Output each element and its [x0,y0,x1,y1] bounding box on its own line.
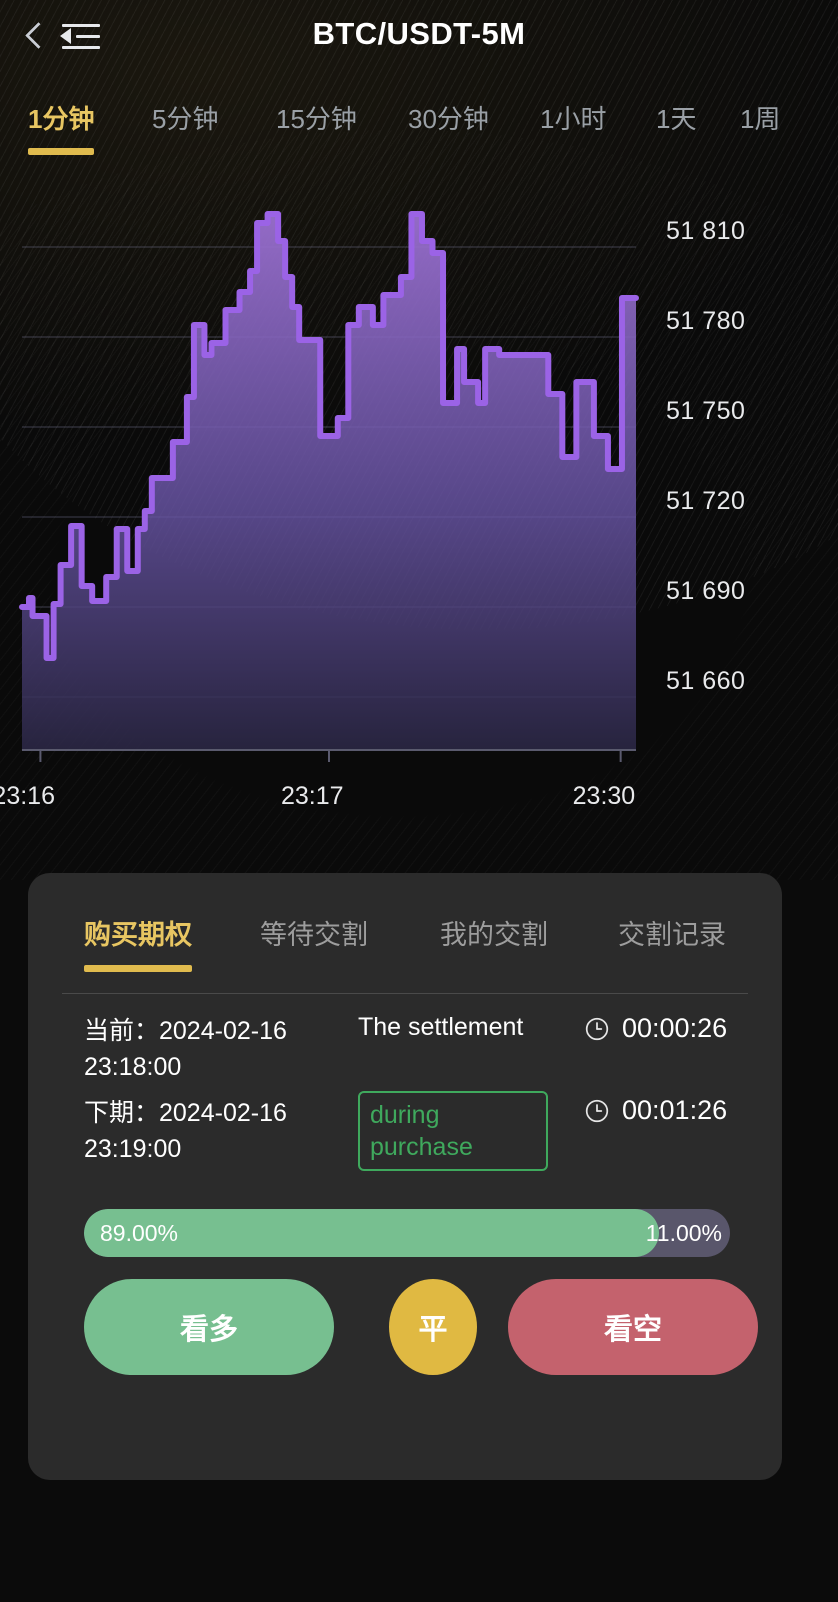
timeframe-tab-label: 30分钟 [408,104,489,134]
timeframe-tab-1[interactable]: 5分钟 [152,100,218,138]
panel-tab-0[interactable]: 购买期权 [84,915,192,972]
x-axis-label-2: 23:30 [572,782,636,810]
y-axis-label-4: 51 690 [666,577,746,605]
timeframe-tab-5[interactable]: 1天 [656,100,696,138]
progress-long-label: 89.00% [100,1219,179,1246]
y-axis-label-1: 51 780 [666,307,746,335]
timeframe-tab-label: 1小时 [540,104,607,134]
panel-tab-label: 等待交割 [260,920,368,950]
price-chart[interactable]: 51 810 51 780 51 750 51 720 51 690 51 660 23:… [0,180,838,820]
settlement-status: The settlement [358,1013,524,1041]
next-period-row: 下期：2024-02-16 23:19:00 during purchase 0… [28,1091,782,1185]
timeframe-tab-label: 1天 [656,104,697,134]
panel-divider [62,993,748,994]
timeframe-tabs: 1分钟 5分钟 15分钟 30分钟 1小时 1天 1周 [0,100,838,170]
panel-tab-label: 交割记录 [618,920,726,950]
timeframe-tab-0[interactable]: 1分钟 [28,100,95,155]
flat-button[interactable]: 平 [389,1279,477,1375]
timeframe-tab-2[interactable]: 15分钟 [276,100,357,138]
current-countdown-value: 00:00:26 [622,1013,728,1043]
status-badge: during purchase [358,1091,548,1171]
panel-tab-2[interactable]: 我的交割 [440,915,548,955]
timeframe-tab-label: 15分钟 [276,104,357,134]
panel-tabs: 购买期权 等待交割 我的交割 交割记录 [28,915,782,987]
x-axis-label-0: 23:16 [0,782,55,810]
current-period-label: 当前：2024-02-16 23:18:00 [84,1017,287,1081]
timeframe-tab-6[interactable]: 1周 [740,100,780,138]
progress-short-label: 11.00% [645,1219,722,1246]
clock-icon [585,1017,609,1040]
short-button[interactable]: 看空 [508,1279,758,1375]
timeframe-tab-label: 5分钟 [152,104,219,134]
page-title: BTC/USDT-5M [312,16,526,51]
chart-area-fill [22,214,636,750]
next-countdown-value: 00:01:26 [622,1095,728,1125]
header-bar: BTC/USDT-5M [0,0,838,78]
y-axis-label-3: 51 720 [666,487,746,515]
sentiment-progress-bar: 89.00% 11.00% [84,1209,730,1257]
current-period-row: 当前：2024-02-16 23:18:00 The settlement 00… [28,1013,782,1093]
app-screen: BTC/USDT-5M 1分钟 5分钟 15分钟 30分钟 1小时 1天 1周 51 810… [0,0,838,1602]
trading-panel: 购买期权 等待交割 我的交割 交割记录 当前：2024-02-16 23:18:00 … [28,873,782,1480]
timeframe-active-underline [28,148,95,155]
long-button[interactable]: 看多 [84,1279,334,1375]
x-axis-label-1: 23:17 [281,782,344,810]
current-countdown: 00:00:26 [584,1013,727,1044]
timeframe-tab-4[interactable]: 1小时 [540,100,606,138]
panel-active-underline [84,965,192,972]
action-buttons: 看多 平 看空 [84,1279,758,1375]
next-period-label: 下期：2024-02-16 23:19:00 [84,1099,287,1163]
timeframe-tab-label: 1周 [740,104,781,134]
timeframe-tab-label: 1分钟 [28,104,95,134]
chart-y-axis-labels: 51 810 51 780 51 750 51 720 51 690 51 660 [666,180,838,780]
panel-tab-1[interactable]: 等待交割 [260,915,368,955]
panel-tab-3[interactable]: 交割记录 [618,915,726,955]
clock-icon [585,1099,609,1122]
panel-tab-label: 我的交割 [440,920,548,950]
y-axis-label-0: 51 810 [666,217,746,245]
timeframe-tab-3[interactable]: 30分钟 [408,100,489,138]
next-countdown: 00:01:26 [584,1095,727,1126]
panel-tab-label: 购买期权 [84,920,192,950]
chart-x-axis-labels: 23:16 23:17 23:30 [0,770,838,820]
y-axis-label-5: 51 660 [666,667,746,695]
y-axis-label-2: 51 750 [666,397,746,425]
